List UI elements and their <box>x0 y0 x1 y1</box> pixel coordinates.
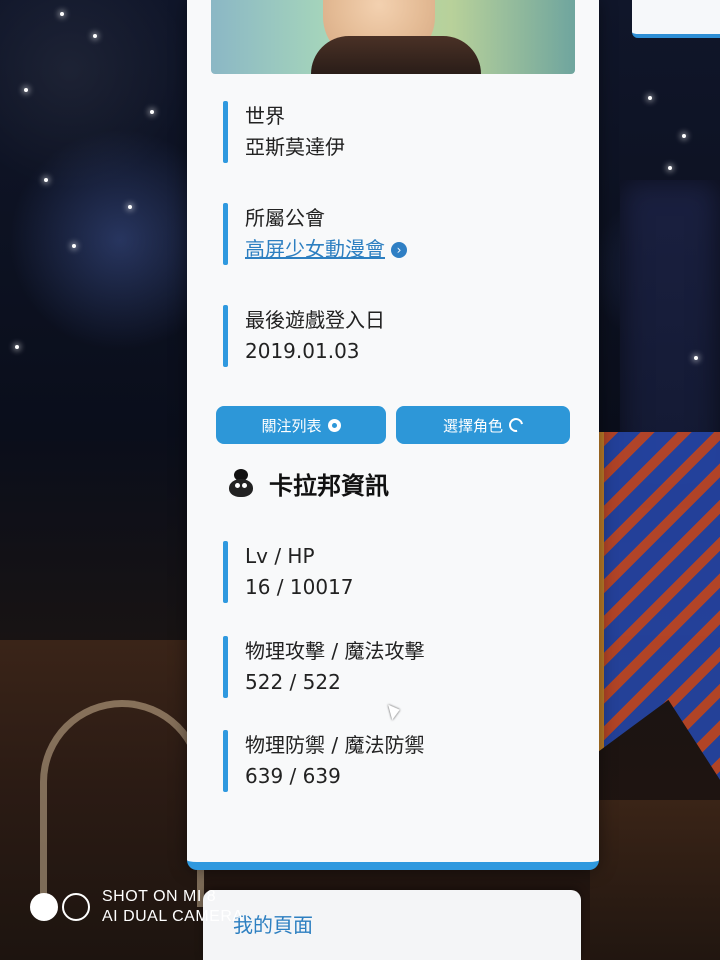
stat-level-hp: Lv / HP 16 / 10017 <box>223 541 605 603</box>
world-label: 世界 <box>245 104 285 128</box>
scene-bottom-right <box>590 800 720 960</box>
sparkle <box>648 96 652 100</box>
camera-logo-dot <box>62 893 90 921</box>
guild-info: 所屬公會 高屏少女動漫會 › <box>223 203 605 265</box>
camera-logo-dot <box>30 893 58 921</box>
world-info: 世界 亞斯莫達伊 <box>223 101 605 163</box>
watermark-line1: SHOT ON MI 8 <box>102 888 217 905</box>
sparkle <box>60 12 64 16</box>
watermark-line2: AI DUAL CAMERA <box>102 908 244 925</box>
section-accent-bar <box>223 730 228 792</box>
follow-icon <box>327 418 341 432</box>
camera-logo-icon <box>30 893 90 921</box>
karabon-info-header: 卡拉邦資訊 <box>223 466 389 501</box>
camera-watermark: SHOT ON MI 8 AI DUAL CAMERA <box>30 888 244 926</box>
stat-value: 522 / 522 <box>245 670 341 694</box>
section-accent-bar <box>223 101 228 163</box>
sparkle <box>128 205 132 209</box>
stat-label: 物理防禦 / 魔法防禦 <box>245 733 425 757</box>
sparkle <box>668 166 672 170</box>
guild-link[interactable]: 高屏少女動漫會 › <box>245 234 407 265</box>
follow-list-label: 關注列表 <box>261 416 322 435</box>
sparkle <box>682 134 686 138</box>
sparkle <box>694 356 698 360</box>
bridge-arch <box>40 700 204 907</box>
section-accent-bar <box>223 636 228 698</box>
sparkle <box>44 178 48 182</box>
sparkle <box>150 110 154 114</box>
guild-label: 所屬公會 <box>245 206 325 230</box>
stat-label: 物理攻擊 / 魔法攻擊 <box>245 639 425 663</box>
section-accent-bar <box>223 203 228 265</box>
stat-defense: 物理防禦 / 魔法防禦 639 / 639 <box>223 730 605 792</box>
character-portrait <box>211 0 575 74</box>
select-character-label: 選擇角色 <box>442 416 503 435</box>
stat-value: 16 / 10017 <box>245 575 354 599</box>
stat-attack: 物理攻擊 / 魔法攻擊 522 / 522 <box>223 636 605 698</box>
top-right-card <box>632 0 720 38</box>
last-login-label: 最後遊戲登入日 <box>245 308 385 332</box>
screen: 世界 亞斯莫達伊 所屬公會 高屏少女動漫會 › 最後遊戲登入日 2019.01.… <box>0 0 720 960</box>
my-page-link[interactable]: 我的頁面 <box>233 909 313 938</box>
sparkle <box>93 34 97 38</box>
section-accent-bar <box>223 541 228 603</box>
pet-icon <box>223 467 257 501</box>
mouse-cursor-icon <box>388 701 402 721</box>
guild-link-text: 高屏少女動漫會 <box>245 237 385 261</box>
last-login-info: 最後遊戲登入日 2019.01.03 <box>223 305 605 367</box>
stat-value: 639 / 639 <box>245 764 341 788</box>
sparkle <box>72 244 76 248</box>
character-profile-card: 世界 亞斯莫達伊 所屬公會 高屏少女動漫會 › 最後遊戲登入日 2019.01.… <box>187 0 599 870</box>
section-title: 卡拉邦資訊 <box>269 472 389 500</box>
stat-label: Lv / HP <box>245 544 315 568</box>
world-value: 亞斯莫達伊 <box>245 135 345 159</box>
arrow-right-circle-icon: › <box>391 241 407 258</box>
refresh-icon <box>506 415 526 435</box>
sparkle <box>15 345 19 349</box>
follow-list-button[interactable]: 關注列表 <box>216 406 386 444</box>
decorative-banner <box>598 432 720 790</box>
sparkle <box>24 88 28 92</box>
select-character-button[interactable]: 選擇角色 <box>396 406 570 444</box>
camera-watermark-text: SHOT ON MI 8 AI DUAL CAMERA <box>102 888 244 926</box>
section-accent-bar <box>223 305 228 367</box>
last-login-value: 2019.01.03 <box>245 339 360 363</box>
